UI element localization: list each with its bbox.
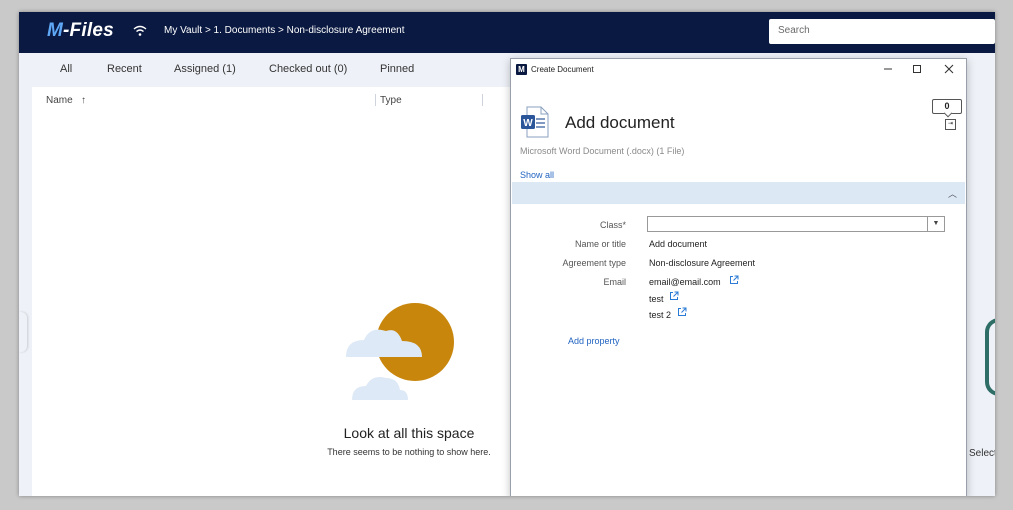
dialog-titlebar[interactable]: M Create Document bbox=[511, 59, 966, 81]
external-link-icon[interactable] bbox=[677, 307, 687, 317]
agreement-type-label: Agreement type bbox=[562, 258, 626, 268]
empty-state-subtitle: There seems to be nothing to show here. bbox=[327, 447, 491, 457]
chevron-down-icon[interactable]: ▼ bbox=[927, 217, 944, 231]
show-all-link[interactable]: Show all bbox=[520, 170, 554, 180]
external-link-icon[interactable] bbox=[729, 275, 739, 285]
screenshot-frame: M-Files My Vault > 1. Documents > Non-di… bbox=[0, 0, 1013, 510]
word-document-icon: W bbox=[521, 106, 549, 138]
add-property-link[interactable]: Add property bbox=[568, 336, 620, 346]
minimize-button[interactable] bbox=[876, 61, 900, 79]
side-panel-edge bbox=[985, 318, 995, 396]
tab-pinned[interactable]: Pinned bbox=[380, 63, 414, 75]
top-bar: M-Files My Vault > 1. Documents > Non-di… bbox=[19, 12, 995, 53]
tab-all[interactable]: All bbox=[60, 63, 72, 75]
email-value[interactable]: email@email.com bbox=[649, 277, 721, 287]
tab-assigned[interactable]: Assigned (1) bbox=[174, 63, 236, 75]
minimize-icon bbox=[884, 68, 892, 70]
column-header-type[interactable]: Type bbox=[380, 95, 402, 106]
tab-recent[interactable]: Recent bbox=[107, 63, 142, 75]
connection-icon bbox=[133, 25, 147, 36]
close-button[interactable] bbox=[937, 61, 961, 79]
maximize-icon bbox=[913, 65, 921, 73]
maximize-button[interactable] bbox=[905, 61, 929, 79]
breadcrumb[interactable]: My Vault > 1. Documents > Non-disclosure… bbox=[164, 25, 404, 36]
svg-text:W: W bbox=[523, 118, 533, 129]
name-value[interactable]: Add document bbox=[649, 239, 707, 249]
mfiles-app-icon: M bbox=[516, 64, 527, 75]
tab-checked-out[interactable]: Checked out (0) bbox=[269, 63, 347, 75]
name-label: Name or title bbox=[574, 239, 626, 249]
pane-expand-handle[interactable] bbox=[19, 312, 27, 352]
email-value[interactable]: test 2 bbox=[649, 310, 671, 320]
search-input[interactable] bbox=[778, 25, 978, 36]
email-value[interactable]: test bbox=[649, 294, 664, 304]
select-text: Select bbox=[969, 448, 995, 459]
class-select[interactable]: ▼ bbox=[647, 216, 945, 232]
mfiles-app: M-Files My Vault > 1. Documents > Non-di… bbox=[19, 12, 995, 496]
comments-count-badge[interactable]: 0 bbox=[932, 99, 962, 114]
sort-ascending-icon: ↑ bbox=[81, 95, 87, 106]
empty-state-title: Look at all this space bbox=[343, 425, 475, 441]
email-label: Email bbox=[603, 277, 626, 287]
column-header-name[interactable]: Name ↑ bbox=[46, 95, 86, 106]
search-box[interactable] bbox=[769, 19, 995, 44]
close-icon bbox=[944, 64, 954, 74]
file-info: Microsoft Word Document (.docx) (1 File) bbox=[520, 146, 685, 156]
class-label: Class* bbox=[599, 220, 626, 230]
create-document-dialog: M Create Document W Add document 0 ⇥ Mic… bbox=[510, 58, 967, 496]
external-link-icon[interactable] bbox=[669, 291, 679, 301]
dialog-heading: Add document bbox=[565, 113, 675, 132]
empty-state-illustration bbox=[346, 303, 454, 400]
column-separator[interactable] bbox=[375, 94, 376, 106]
column-separator[interactable] bbox=[482, 94, 483, 106]
sidebar-toggle-icon[interactable]: ⇥ bbox=[945, 119, 956, 130]
metadata-section-header[interactable]: ︿ bbox=[512, 182, 965, 204]
chevron-up-icon: ︿ bbox=[947, 189, 957, 199]
agreement-type-value[interactable]: Non-disclosure Agreement bbox=[649, 258, 755, 268]
dialog-title: Create Document bbox=[531, 65, 594, 74]
mfiles-logo: M-Files bbox=[47, 20, 114, 41]
